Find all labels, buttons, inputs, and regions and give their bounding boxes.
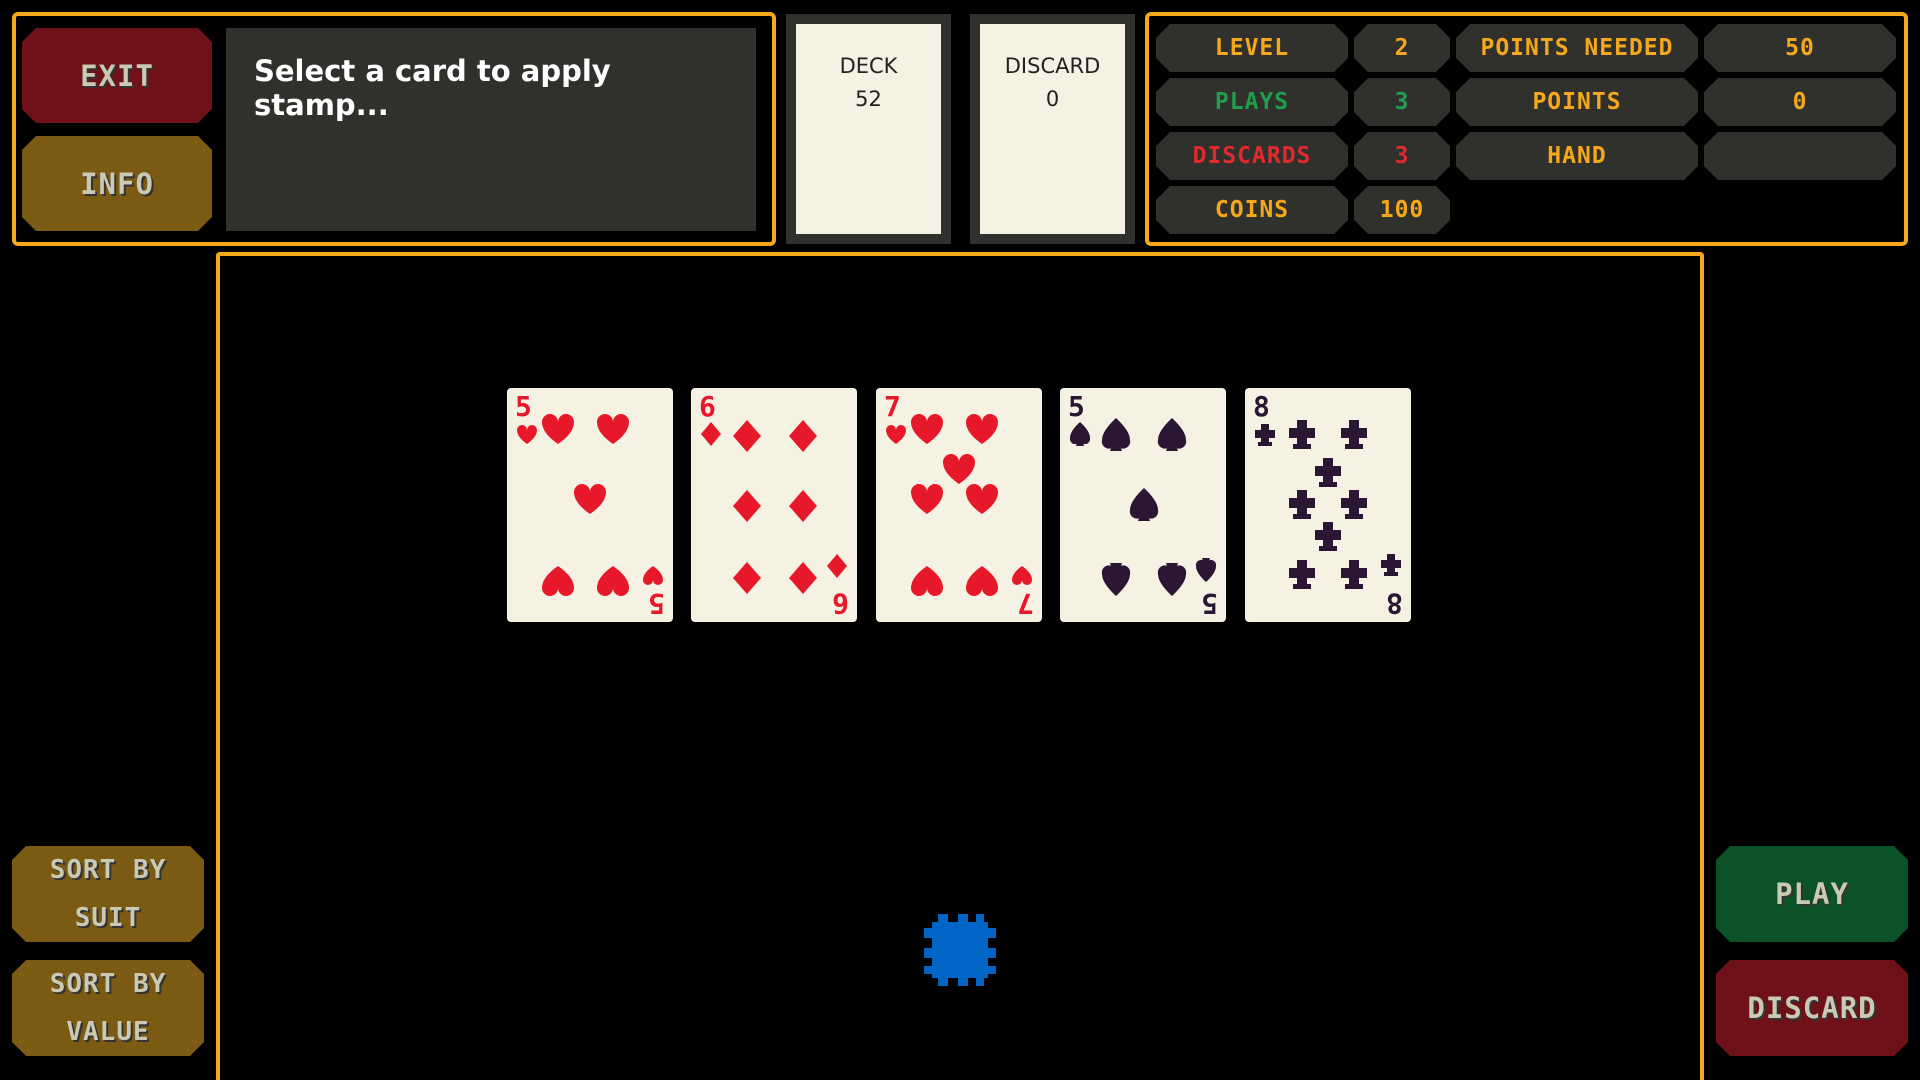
club-icon [1315,522,1341,551]
level-value: 2 [1354,24,1450,72]
sort-by-suit-line2: SUIT [74,903,142,933]
heart-icon [542,566,574,596]
heart-icon [886,425,906,444]
heart-icon [911,484,943,514]
heart-icon [574,484,606,514]
plays-label: PLAYS [1156,78,1348,126]
spade-icon [1157,418,1187,451]
heart-icon [911,566,943,596]
spade-icon [1157,563,1187,596]
club-icon [1341,560,1367,589]
discard-button[interactable]: DISCARD [1716,960,1908,1056]
club-icon [1289,560,1315,589]
heart-icon [966,566,998,596]
deck-count: 52 [855,87,882,111]
heart-icon [943,454,975,484]
diamond-icon [789,562,817,594]
heart-icon [517,425,537,444]
club-icon [1255,424,1275,446]
spade-icon [1101,563,1131,596]
card-rank-top: 5 [1068,390,1085,423]
heart-icon [643,566,663,585]
sort-by-suit-button[interactable]: SORT BY SUIT [12,846,204,942]
card-rank-bottom: 7 [1017,587,1034,620]
sort-by-value-line1: SORT BY [49,969,167,999]
card-face: 7 7 [884,390,1034,620]
discard-pile-count: 0 [1045,87,1060,111]
card-face: 5 5 [515,390,665,620]
diamond-icon [733,420,761,452]
heart-icon [597,414,629,444]
diamond-icon [701,422,721,446]
heart-icon [966,414,998,444]
points-label: POINTS [1456,78,1698,126]
info-button[interactable]: INFO [22,136,212,231]
heart-icon [911,414,943,444]
points-value: 0 [1704,78,1896,126]
coins-label: COINS [1156,186,1348,234]
card-rank-top: 6 [699,390,716,423]
sort-by-value-line2: VALUE [66,1017,150,1047]
club-icon [1381,554,1401,576]
hand-card[interactable]: 8 8 [1245,388,1411,622]
club-icon [1289,490,1315,519]
diamond-icon [789,420,817,452]
discard-pile-label: DISCARD [1004,54,1101,78]
plays-value: 3 [1354,78,1450,126]
play-button[interactable]: PLAY [1716,846,1908,942]
exit-button[interactable]: EXIT [22,28,212,123]
hand-card[interactable]: 7 7 [876,388,1042,622]
hand-card[interactable]: 5 5 [507,388,673,622]
card-rank-top: 5 [515,390,532,423]
hand-value [1704,132,1896,180]
card-face: 5 5 [1068,390,1218,620]
heart-icon [1012,566,1032,585]
heart-icon [542,414,574,444]
club-icon [1289,420,1315,449]
points-needed-value: 50 [1704,24,1896,72]
hand-card[interactable]: 6 6 [691,388,857,622]
discards-value: 3 [1354,132,1450,180]
diamond-icon [733,490,761,522]
diamond-icon [733,562,761,594]
discards-label: DISCARDS [1156,132,1348,180]
hand-label: HAND [1456,132,1698,180]
spade-icon [1101,418,1131,451]
sort-by-value-button[interactable]: SORT BY VALUE [12,960,204,1056]
level-label: LEVEL [1156,24,1348,72]
discard-pile: DISCARD 0 [970,14,1135,244]
club-icon [1341,490,1367,519]
club-icon [1315,458,1341,487]
club-icon [1341,420,1367,449]
card-rank-bottom: 6 [832,587,849,620]
card-rank-top: 7 [884,390,901,423]
diamond-icon [789,490,817,522]
hand-card[interactable]: 5 5 [1060,388,1226,622]
spade-icon [1069,422,1091,446]
deck-label: DECK [839,54,898,78]
diamond-icon [827,554,847,578]
coins-value: 100 [1354,186,1450,234]
poker-chip-icon [924,914,996,986]
sort-by-suit-line1: SORT BY [49,855,167,885]
card-face: 6 6 [699,390,849,620]
spade-icon [1195,558,1217,582]
spade-icon [1129,488,1159,521]
heart-icon [597,566,629,596]
card-rank-bottom: 5 [1201,587,1218,620]
card-face: 8 8 [1253,390,1403,620]
heart-icon [966,484,998,514]
card-rank-top: 8 [1253,390,1270,423]
card-rank-bottom: 8 [1386,587,1403,620]
points-needed-label: POINTS NEEDED [1456,24,1698,72]
deck-pile: DECK 52 [786,14,951,244]
message-text: Select a card to apply stamp... [226,28,756,231]
card-rank-bottom: 5 [648,587,665,620]
